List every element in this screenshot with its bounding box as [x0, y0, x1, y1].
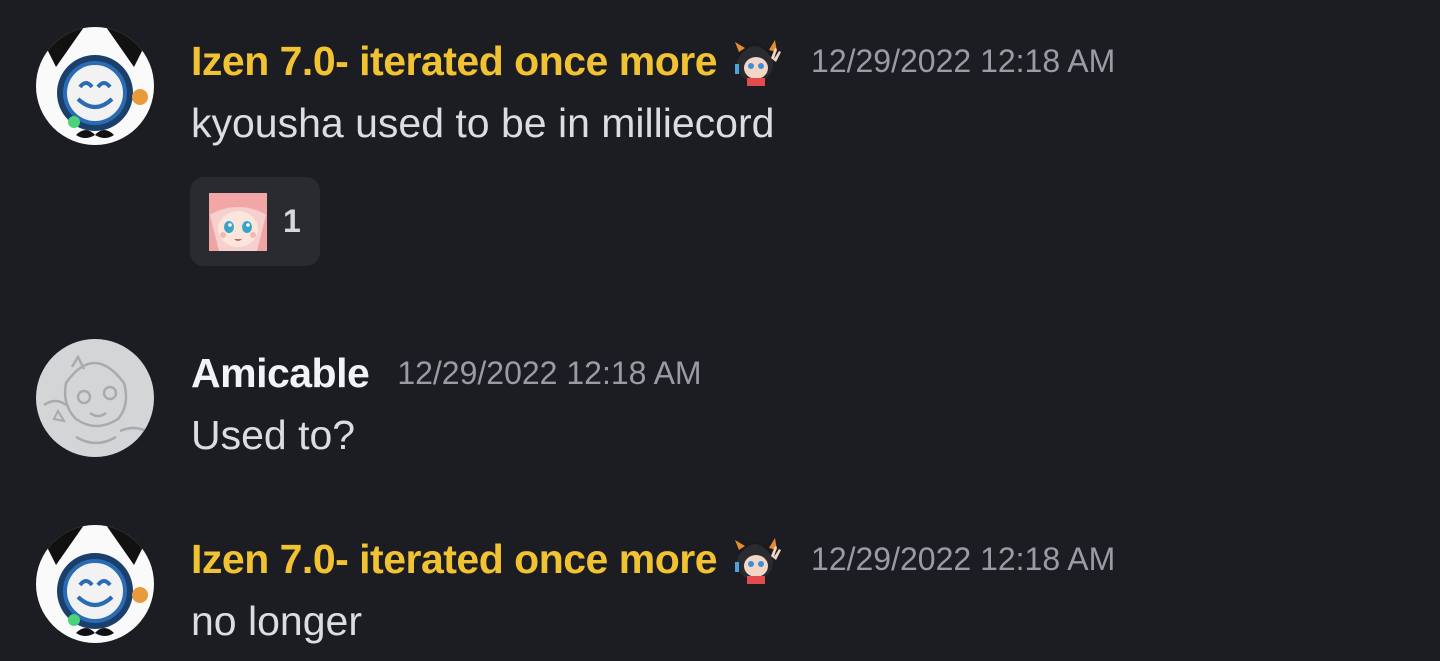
smiley-mustache-avatar-icon: [36, 27, 154, 145]
chat-log: Izen 7.0- iterated once more 12/29/2022 …: [0, 0, 1440, 661]
message-header: Izen 7.0- iterated once more 12/29/2022 …: [191, 34, 1116, 88]
message-header: Izen 7.0- iterated once more 12/29/2022 …: [191, 532, 1116, 586]
smiley-mustache-avatar-icon: [36, 525, 154, 643]
pink-hair-anime-girl-emoji-icon: [209, 192, 267, 251]
message-timestamp: 12/29/2022 12:18 AM: [811, 43, 1116, 79]
message-content: Used to?: [191, 412, 356, 458]
anime-girl-peace-sign-icon[interactable]: [729, 532, 784, 586]
message-header: Amicable 12/29/2022 12:18 AM: [191, 349, 702, 397]
user-avatar-izen[interactable]: [36, 525, 154, 643]
user-avatar-amicable[interactable]: [36, 339, 154, 457]
reaction-count: 1: [283, 203, 301, 239]
message-content: kyousha used to be in milliecord: [191, 100, 775, 146]
author-name[interactable]: Izen 7.0- iterated once more: [191, 535, 718, 583]
message-timestamp: 12/29/2022 12:18 AM: [811, 541, 1116, 577]
sketch-creature-avatar-icon: [36, 339, 154, 457]
author-name[interactable]: Izen 7.0- iterated once more: [191, 37, 718, 85]
author-name[interactable]: Amicable: [191, 349, 370, 397]
reaction-button[interactable]: 1: [190, 177, 320, 266]
anime-girl-peace-sign-icon[interactable]: [729, 34, 784, 88]
message-content: no longer: [191, 598, 362, 644]
message-timestamp: 12/29/2022 12:18 AM: [397, 355, 702, 391]
user-avatar-izen[interactable]: [36, 27, 154, 145]
